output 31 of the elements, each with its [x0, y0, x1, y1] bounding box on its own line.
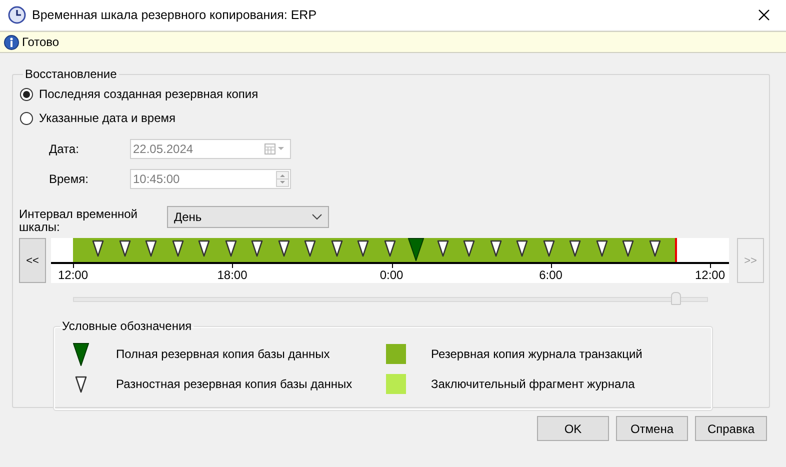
radio-option[interactable]: Последняя созданная резервная копия [20, 82, 258, 106]
clock-icon [8, 6, 26, 24]
axis-label: 18:00 [217, 268, 248, 282]
legend-label: Резервная копия журнала транзакций [431, 347, 642, 361]
radio-circle[interactable] [20, 112, 33, 124]
caret-icon [312, 214, 322, 220]
legend-label: Разностная резервная копия базы данных [116, 377, 352, 391]
axis-label: 12:00 [694, 268, 726, 282]
group-title: Условные обозначения [61, 319, 193, 333]
axis-label: 12:00 [58, 268, 88, 282]
interval-dropdown[interactable]: День [167, 206, 329, 228]
window-title: Временная шкала резервного копирования: ERP [32, 8, 318, 22]
legend-label: Заключительный фрагмент журнала [431, 377, 635, 391]
radio-circle[interactable] [20, 88, 33, 100]
field-label: Дата: [49, 142, 80, 156]
status-text: Готово [22, 35, 60, 49]
dialog-button[interactable]: Отмена [616, 416, 688, 441]
axis-label: 0:00 [380, 268, 404, 282]
slider-thumb[interactable] [671, 292, 682, 305]
radio-option[interactable]: Указанные дата и время [20, 106, 176, 130]
dialog-button[interactable]: OK [537, 416, 609, 441]
group-title: Восстановление [24, 67, 118, 81]
interval-label: Интервал временной шкалы: [19, 208, 138, 234]
dialog-button[interactable]: Справка [695, 416, 767, 441]
timeline-slider[interactable] [73, 293, 708, 305]
field-label: Время: [49, 172, 90, 186]
close-icon[interactable] [758, 9, 770, 21]
previous-button[interactable]: << [19, 238, 46, 283]
axis-label: 6:00 [539, 268, 562, 282]
info-icon [4, 34, 19, 50]
legend-label: Полная резервная копия базы данных [116, 347, 330, 361]
